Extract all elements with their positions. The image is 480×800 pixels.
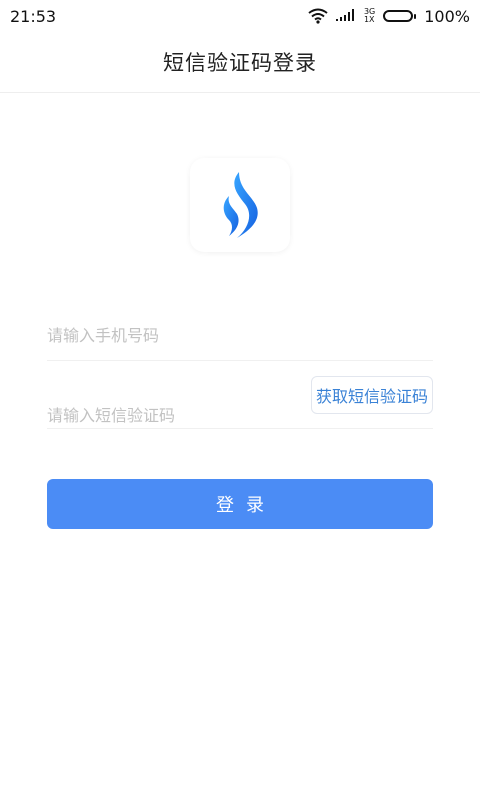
phone-field	[47, 310, 433, 361]
battery-percent: 100%	[424, 6, 470, 26]
page-title: 短信验证码登录	[163, 51, 317, 75]
battery-icon	[383, 10, 417, 22]
network-type: 3G 1X	[364, 8, 375, 24]
status-bar: 21:53 3G 1X 100%	[0, 0, 480, 32]
phone-input[interactable]	[47, 325, 433, 345]
wifi-icon	[308, 8, 328, 24]
status-icons: 3G 1X 100%	[308, 7, 470, 26]
login-screen: 21:53 3G 1X 100% 短信验证码登录 请输入手机号码 请输入短信验证…	[0, 0, 480, 800]
code-field: 获取短信验证码	[47, 376, 433, 429]
status-time: 21:53	[10, 6, 57, 26]
get-code-button[interactable]: 获取短信验证码	[310, 376, 433, 414]
network-type-bottom: 1X	[363, 15, 375, 24]
title-bar: 短信验证码登录	[0, 32, 480, 93]
login-button[interactable]: 登录	[47, 479, 433, 529]
signal-icon	[335, 9, 354, 21]
flame-logo-icon	[223, 172, 258, 238]
app-logo	[190, 158, 290, 252]
